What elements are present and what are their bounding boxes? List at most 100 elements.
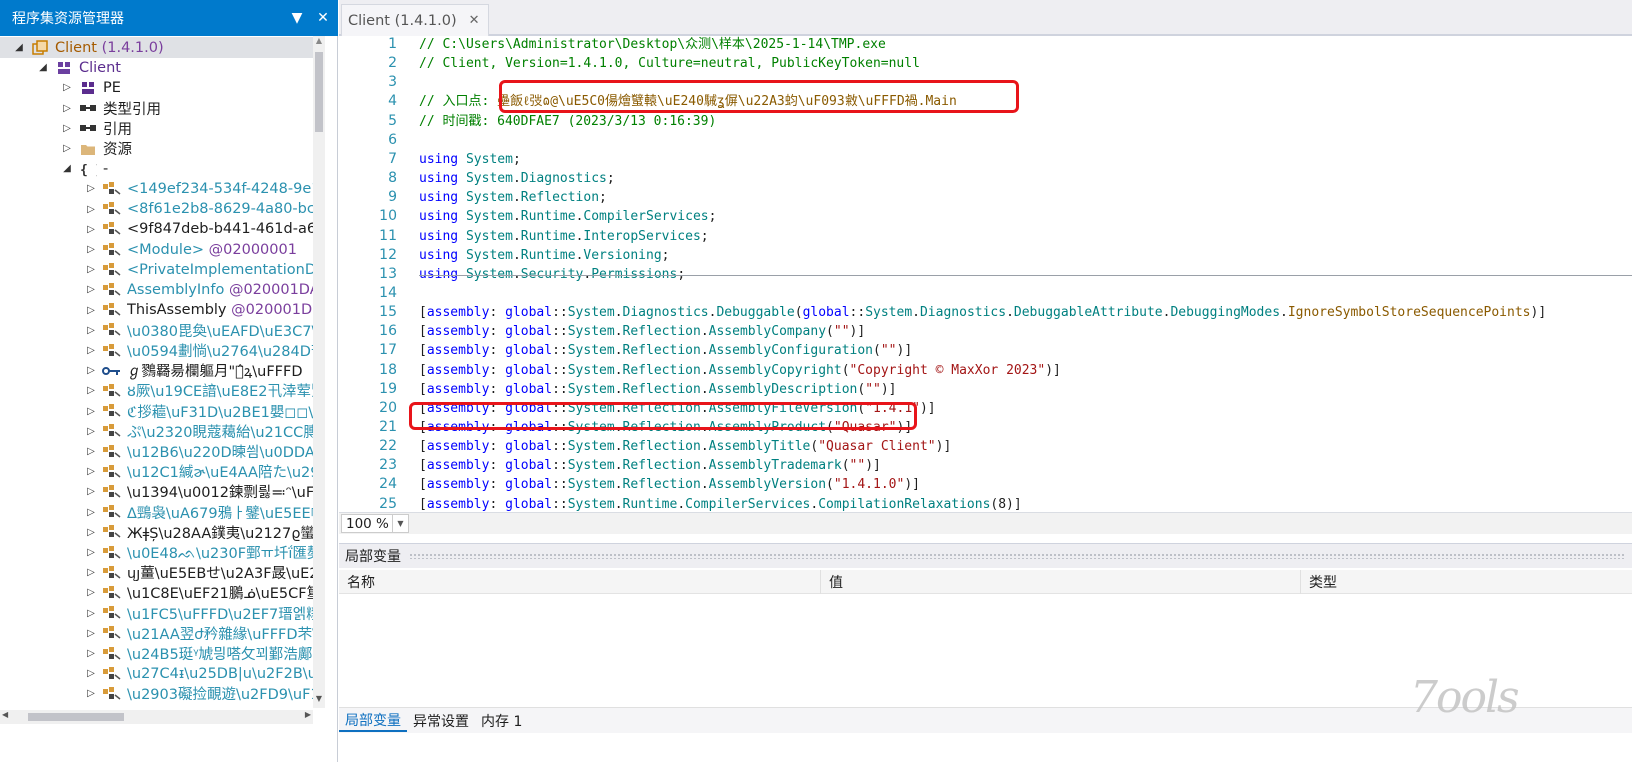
tree-item[interactable]: ▷ ぷ\u2320睍蔻藒紿\u21CC膞 — [0, 421, 324, 442]
tree-item[interactable]: ▷ \u0380毘奐\uEAFD\uE3C7\u — [0, 320, 324, 341]
expand-arrow-icon[interactable]: ▷ — [84, 385, 98, 396]
tab-locals[interactable]: 局部变量 — [339, 710, 407, 732]
expand-arrow-icon[interactable]: ▷ — [84, 688, 98, 699]
panel-menu-icon[interactable]: ▼ — [286, 7, 308, 29]
code-token: Diagnostics — [520, 171, 607, 187]
expand-arrow-icon[interactable]: ▷ — [84, 264, 98, 275]
expand-arrow-icon[interactable]: ▷ — [84, 507, 98, 518]
scroll-thumb[interactable] — [28, 713, 124, 721]
tab-client-document[interactable]: Client (1.4.1.0) ✕ — [341, 4, 489, 36]
expand-arrow-icon[interactable]: ▷ — [84, 183, 98, 194]
chevron-down-icon[interactable]: ▼ — [392, 515, 408, 532]
code-token: )] — [880, 381, 897, 397]
tree-item[interactable]: ▷ ℭ拶藲\uF31D\u2BE1嬰◻◻\u — [0, 401, 324, 422]
zoom-select[interactable]: 100 % ▼ — [341, 514, 409, 533]
expand-arrow-icon[interactable]: ▷ — [84, 527, 98, 538]
tree-item[interactable]: ▷ \u12B6\u220D暕씜\u0DDA缔 — [0, 441, 324, 462]
expand-arrow-icon[interactable]: ▷ — [60, 103, 74, 114]
class-icon — [102, 302, 122, 318]
expand-arrow-icon[interactable]: ▷ — [60, 143, 74, 154]
tab-memory-1[interactable]: 内存 1 — [475, 710, 528, 732]
expand-arrow-icon[interactable]: ▷ — [84, 668, 98, 679]
code-editor[interactable]: 1 // C:\Users\Administrator\Desktop\众测\样本… — [339, 36, 1632, 512]
expand-arrow-icon[interactable]: ▷ — [84, 345, 98, 356]
tree-item[interactable]: ▷ \u1FC5\uFFFD\u2EF7瑨엙䊛 — [0, 603, 324, 624]
tree-item[interactable]: ▷ ųȷ薑\uE5EBせ\u2A3F晸\uE22 — [0, 562, 324, 583]
code-token: Versioning — [583, 247, 662, 263]
tree-item[interactable]: ▷ \u1394\u0012鍊剽릟≕ᵔ\uFl — [0, 481, 324, 502]
tree-item[interactable]: ▷ 类型引用 — [0, 98, 324, 119]
tree-item[interactable]: ▷ \u21AA翌ժ矜雜緣\uFFFD芣\ — [0, 623, 324, 644]
column-header-type[interactable]: 类型 — [1301, 570, 1632, 594]
expand-arrow-icon[interactable]: ▷ — [84, 628, 98, 639]
tree-item[interactable]: ▷ AssemblyInfo @020001DA — [0, 279, 324, 300]
code-token: . — [614, 362, 623, 378]
tree-item[interactable]: ▷ <8f61e2b8-8629-4a80-bcb — [0, 199, 324, 220]
tree-item[interactable]: ▷ <Module> @02000001 — [0, 239, 324, 260]
expand-arrow-icon[interactable]: ▷ — [84, 567, 98, 578]
expand-arrow-icon[interactable]: ▷ — [84, 486, 98, 497]
assembly-explorer-title: 程序集资源管理器 — [12, 11, 124, 27]
tree-item[interactable]: ▷ \u2903礙捡靦遊\u2FD9\uF1 — [0, 683, 324, 704]
module-icon — [54, 60, 74, 76]
expand-arrow-icon[interactable]: ▷ — [84, 204, 98, 215]
tree-item[interactable]: ▷ ЖǂȘ\u28AA鏷夷\u2127ϱ蠻糙 — [0, 522, 324, 543]
expand-arrow-icon[interactable]: ▷ — [60, 123, 74, 134]
scroll-thumb[interactable] — [315, 52, 323, 132]
tree-item[interactable]: ▷ ℊ鷚羇昜欄軀月"熕̂ꝝ\uFFFD — [0, 360, 324, 381]
panel-grip[interactable] — [409, 553, 1624, 559]
scroll-left-icon[interactable]: ◀ — [2, 710, 8, 719]
tree-item[interactable]: ◢ { }- — [0, 158, 324, 179]
tree-item[interactable]: ▷ <PrivateImplementationDe — [0, 259, 324, 280]
column-header-name[interactable]: 名称 — [339, 570, 821, 594]
tree-vertical-scrollbar[interactable]: ▲ ▼ — [313, 36, 325, 708]
tab-close-icon[interactable]: ✕ — [469, 13, 480, 28]
line-number: 5 — [388, 112, 397, 129]
tree-horizontal-scrollbar[interactable]: ◀ ▶ — [0, 710, 313, 724]
scroll-up-icon[interactable]: ▲ — [313, 36, 325, 50]
expand-arrow-icon[interactable]: ▷ — [84, 244, 98, 255]
line-number: 14 — [379, 284, 397, 301]
scroll-right-icon[interactable]: ▶ — [305, 710, 311, 719]
tree-item[interactable]: ▷ <149ef234-534f-4248-9e1l — [0, 178, 324, 199]
expand-arrow-icon[interactable]: ▷ — [84, 365, 98, 376]
tree-item[interactable]: ▷ \u12C1緘ɚ\uE4AA陪た\u29 — [0, 461, 324, 482]
column-header-value[interactable]: 值 — [821, 570, 1301, 594]
tree-item[interactable]: ▷ \u24B5珽ᵞ虓믱嗒攵꾀鄞浩鄺 — [0, 643, 324, 664]
code-token: . — [1280, 305, 1288, 321]
expand-arrow-icon[interactable]: ▷ — [84, 224, 98, 235]
expand-arrow-icon[interactable]: ▷ — [84, 608, 98, 619]
tree-item[interactable]: ▷ ThisAssembly @020001D9 — [0, 300, 324, 321]
code-token: Diagnostics — [919, 305, 1007, 321]
collapse-arrow-icon[interactable]: ◢ — [36, 62, 50, 73]
expand-arrow-icon[interactable]: ▷ — [84, 325, 98, 336]
tree-item[interactable]: ▷ PE — [0, 77, 324, 98]
expand-arrow-icon[interactable]: ▷ — [84, 305, 98, 316]
tree-item[interactable]: ▷ ȣ厥\u19CE諳\uE8E2卂涬荤騭 — [0, 380, 324, 401]
tree-item[interactable]: ▷ \u0E48ᨒ\u230F鄄ㅠ圲ḯ匯獒 — [0, 542, 324, 563]
tree-item[interactable]: ▷ 引用 — [0, 118, 324, 139]
expand-arrow-icon[interactable]: ▷ — [84, 426, 98, 437]
tree-item[interactable]: ▷ \u1C8E\uEF21鵩ᓅ\uE5CF篂 — [0, 582, 324, 603]
expand-arrow-icon[interactable]: ▷ — [84, 547, 98, 558]
tab-exception-settings[interactable]: 异常设置 — [407, 710, 475, 732]
tree-item-label: ЖǂȘ\u28AA鏷夷\u2127ϱ蠻糙 — [127, 522, 324, 543]
expand-arrow-icon[interactable]: ▷ — [84, 648, 98, 659]
collapse-arrow-icon[interactable]: ◢ — [60, 163, 74, 174]
scroll-down-icon[interactable]: ▼ — [313, 694, 325, 708]
expand-arrow-icon[interactable]: ▷ — [84, 406, 98, 417]
expand-arrow-icon[interactable]: ▷ — [84, 446, 98, 457]
tree-item[interactable]: ◢ Client — [0, 57, 324, 78]
expand-arrow-icon[interactable]: ▷ — [60, 82, 74, 93]
expand-arrow-icon[interactable]: ▷ — [84, 284, 98, 295]
tree-item[interactable]: ◢ Client (1.4.1.0) — [0, 37, 324, 58]
tree-item[interactable]: ▷ 资源 — [0, 138, 324, 159]
tree-item[interactable]: ▷ <9f847deb-b441-461d-a6f — [0, 219, 324, 240]
panel-close-icon[interactable]: ✕ — [312, 7, 334, 29]
tree-item[interactable]: ▷ \u27C4ᵻ\u25DB|u\u2F2B\u — [0, 663, 324, 684]
tree-item[interactable]: ▷ \u0594劃惝\u2764\u284D苄 — [0, 340, 324, 361]
expand-arrow-icon[interactable]: ▷ — [84, 587, 98, 598]
collapse-arrow-icon[interactable]: ◢ — [12, 42, 26, 53]
expand-arrow-icon[interactable]: ▷ — [84, 466, 98, 477]
tree-item[interactable]: ▷ ᐃ鵛袅\uA679鴉ㅏ鐾\uE5EE幡 — [0, 502, 324, 523]
